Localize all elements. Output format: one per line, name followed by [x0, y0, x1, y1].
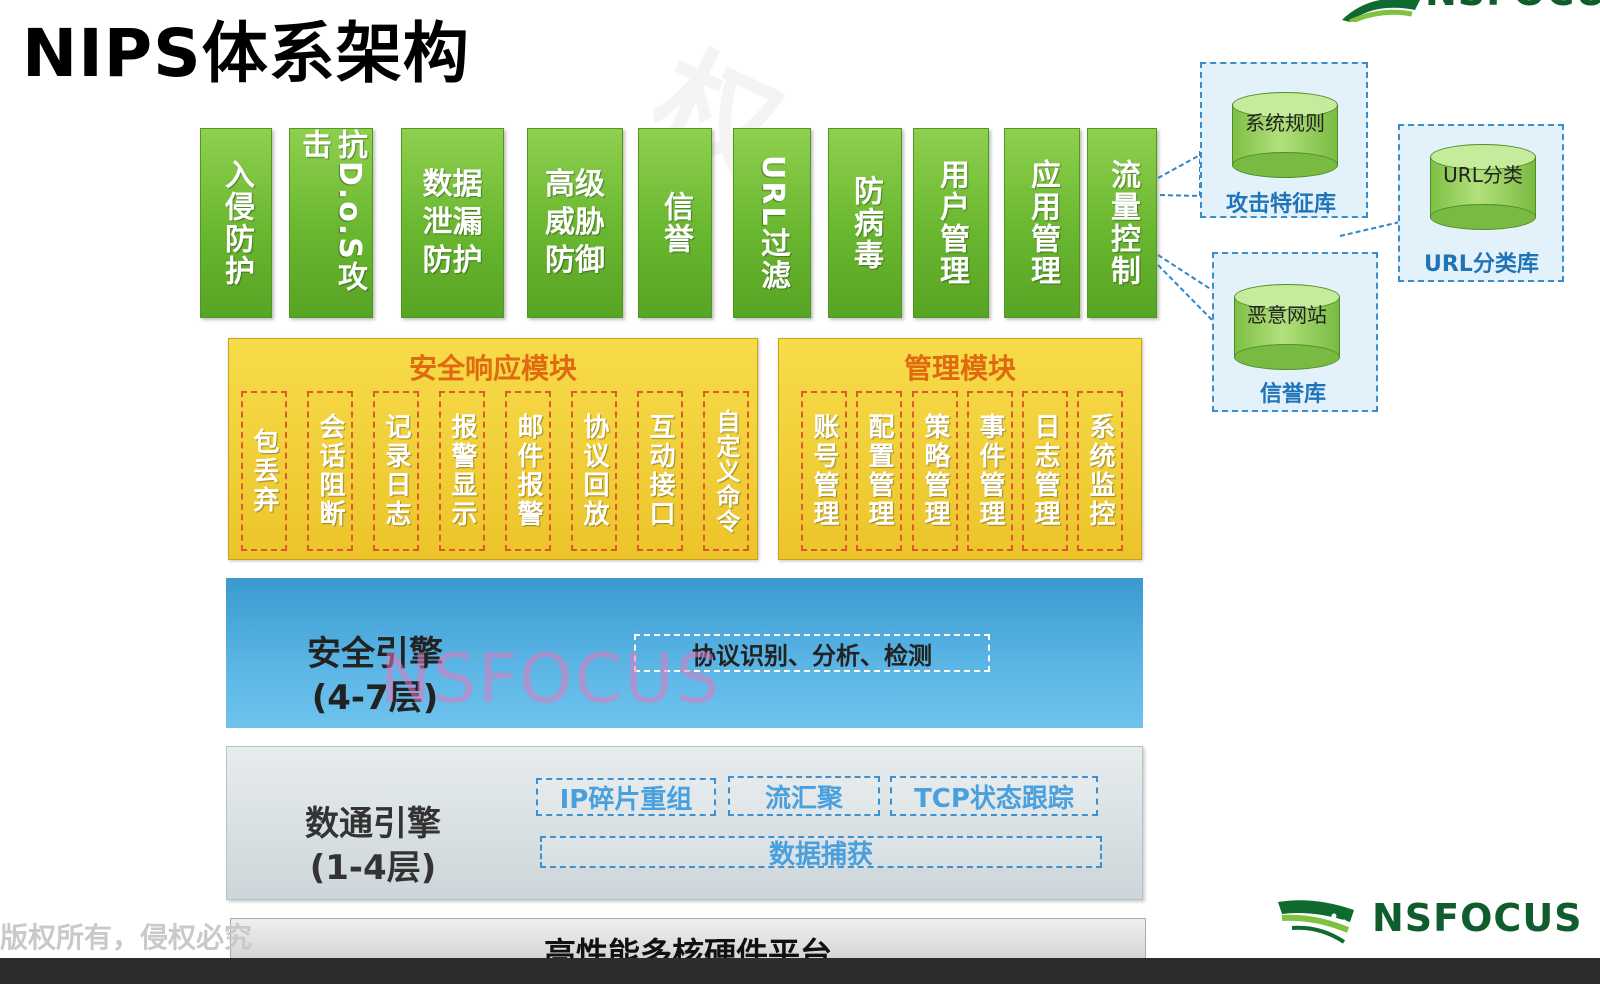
response-item: 邮件报警	[505, 391, 551, 551]
response-item-label: 会话阻断	[315, 413, 345, 529]
management-item-label: 事件管理	[975, 413, 1005, 529]
management-item-label: 账号管理	[809, 413, 839, 529]
management-item: 配置管理	[856, 391, 902, 551]
logo-text-bottom: NSFOCUS	[1372, 896, 1583, 940]
ip-fragment-box: IP碎片重组	[536, 778, 716, 816]
management-item: 事件管理	[967, 391, 1013, 551]
response-item-label: 自定义命令	[712, 408, 740, 534]
response-item: 互动接口	[637, 391, 683, 551]
flow-aggregation-box: 流汇聚	[728, 776, 880, 816]
response-item-label: 报警显示	[447, 413, 477, 529]
management-item-label: 系统监控	[1085, 413, 1115, 529]
database-icon: URL分类	[1430, 144, 1536, 230]
management-module: 管理模块 账号管理 配置管理 策略管理 事件管理 日志管理 系统监控	[778, 338, 1142, 560]
database-icon: 系统规则	[1232, 92, 1338, 178]
response-item: 记录日志	[373, 391, 419, 551]
data-engine-title: 数通引擎	[305, 804, 441, 844]
management-item: 日志管理	[1022, 391, 1068, 551]
db-cylinder-label: 系统规则	[1245, 111, 1325, 135]
data-engine-layers: (1-4层)	[309, 848, 437, 888]
logo-flag-icon	[1278, 900, 1354, 944]
response-item-label: 邮件报警	[513, 413, 543, 529]
db-reputation: 恶意网站 信誉库	[1212, 252, 1378, 412]
management-item-label: 策略管理	[920, 413, 950, 529]
management-item: 账号管理	[801, 391, 847, 551]
db-attack-signatures: 系统规则 攻击特征库	[1200, 62, 1368, 218]
db-cylinder-label: 恶意网站	[1247, 303, 1327, 327]
security-response-title: 安全响应模块	[408, 352, 577, 385]
db-url-category: URL分类 URL分类库	[1398, 124, 1564, 282]
management-item: 策略管理	[912, 391, 958, 551]
db-cylinder-label: URL分类	[1443, 163, 1523, 187]
response-item-label: 互动接口	[645, 413, 675, 529]
database-icon: 恶意网站	[1234, 284, 1340, 370]
response-item: 会话阻断	[307, 391, 353, 551]
management-title: 管理模块	[903, 352, 1016, 385]
response-item: 报警显示	[439, 391, 485, 551]
bottom-bar	[0, 958, 1600, 984]
db-name-attack: 攻击特征库	[1226, 192, 1337, 217]
response-item: 协议回放	[571, 391, 617, 551]
db-name-url: URL分类库	[1424, 252, 1539, 277]
response-item: 包丢弃	[241, 391, 287, 551]
response-item-label: 记录日志	[381, 413, 411, 529]
db-name-reputation: 信誉库	[1260, 382, 1327, 407]
management-item-label: 配置管理	[864, 413, 894, 529]
response-item-label: 协议回放	[579, 413, 609, 529]
brand-logo-bottom: NSFOCUS	[1274, 892, 1582, 952]
data-engine-name: 数通引擎 (1-4层)	[298, 802, 448, 890]
management-item: 系统监控	[1077, 391, 1123, 551]
tcp-state-tracking-box: TCP状态跟踪	[890, 776, 1098, 816]
security-response-module: 安全响应模块 包丢弃 会话阻断 记录日志 报警显示 邮件报警 协议回放 互动接口…	[228, 338, 758, 560]
response-item-label: 包丢弃	[249, 427, 279, 515]
nsfocus-watermark: NSFOCUS	[380, 640, 722, 719]
data-capture-box: 数据捕获	[540, 836, 1102, 870]
management-item-label: 日志管理	[1030, 413, 1060, 529]
copyright-notice: 版权所有，侵权必究	[0, 921, 253, 954]
response-item: 自定义命令	[703, 391, 749, 551]
